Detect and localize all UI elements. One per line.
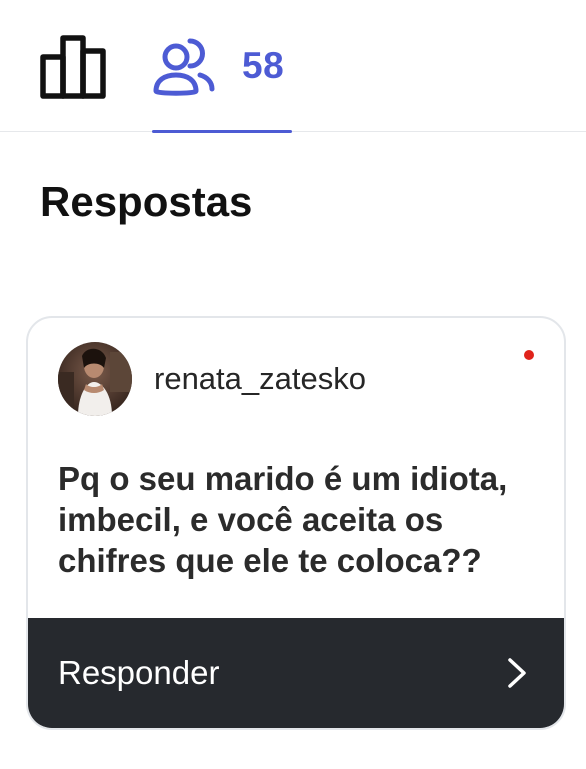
response-card: renata_zatesko Pq o seu marido é um idio… — [26, 316, 566, 730]
avatar[interactable] — [58, 342, 132, 416]
username[interactable]: renata_zatesko — [154, 361, 366, 397]
response-header: renata_zatesko — [58, 342, 366, 416]
question-text: Pq o seu marido é um idiota, imbecil, e … — [58, 460, 508, 579]
active-tab-indicator — [152, 130, 292, 133]
tab-insights[interactable] — [40, 35, 108, 99]
page-title: Respostas — [40, 178, 253, 225]
unread-indicator — [524, 350, 534, 360]
reply-label: Responder — [58, 654, 220, 691]
tab-bar: 58 — [0, 0, 586, 133]
tab-viewers[interactable]: 58 — [152, 30, 292, 102]
reply-button[interactable]: Responder — [28, 618, 564, 728]
bar-chart-icon — [40, 35, 106, 99]
viewer-count: 58 — [242, 45, 285, 86]
people-icon — [153, 38, 215, 96]
chevron-right-icon — [508, 658, 526, 688]
